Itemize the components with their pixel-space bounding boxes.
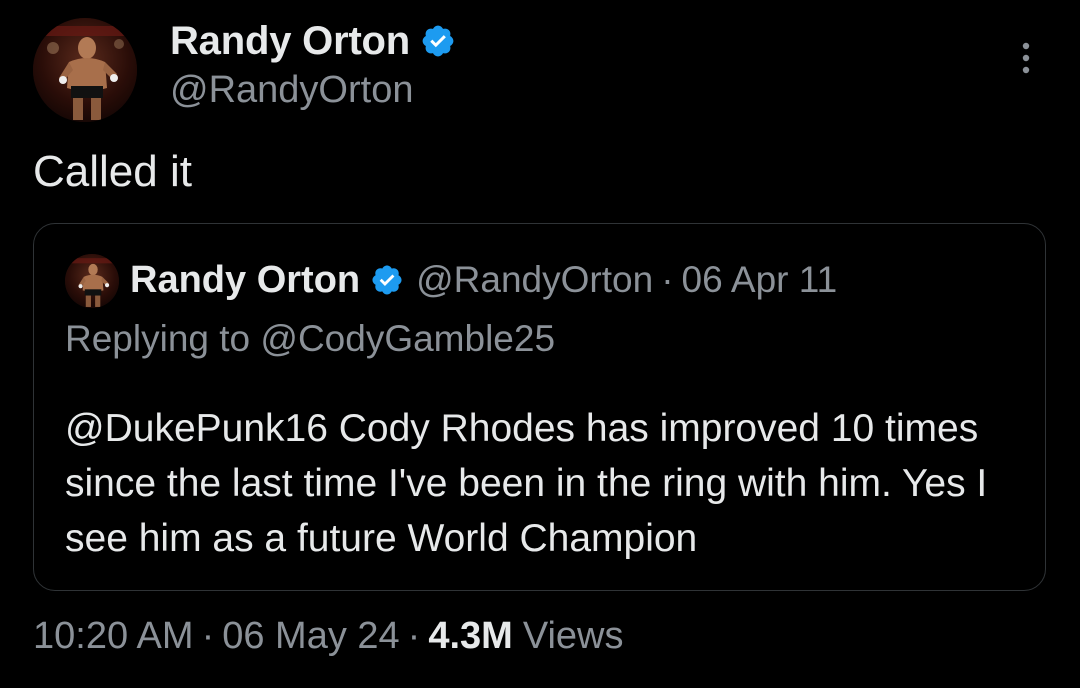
- quoted-text: @DukePunk16 Cody Rhodes has improved 10 …: [65, 407, 988, 560]
- quoted-header: Randy Orton @RandyOrton · 06 Apr 11: [130, 254, 837, 306]
- avatar[interactable]: [33, 18, 137, 122]
- verified-badge-icon[interactable]: [420, 23, 456, 59]
- tweet-time[interactable]: 10:20 AM: [33, 615, 194, 658]
- views-count[interactable]: 4.3M: [428, 615, 512, 658]
- quoted-display-name: Randy Orton: [130, 258, 361, 301]
- replying-prefix: Replying to: [65, 318, 251, 359]
- tweet-detail: Randy Orton @RandyOrton Called it Randy …: [0, 0, 1080, 688]
- more-vertical-icon[interactable]: [1010, 40, 1042, 80]
- author-handle[interactable]: @RandyOrton: [170, 69, 456, 112]
- tweet-meta: 10:20 AM · 06 May 24 · 4.3M Views: [33, 615, 624, 658]
- quoted-date: 06 Apr 11: [681, 259, 838, 300]
- quoted-separator: ·: [661, 259, 674, 300]
- quoted-avatar: [65, 254, 119, 308]
- tweet-author: Randy Orton @RandyOrton: [170, 16, 456, 112]
- quoted-tweet[interactable]: Randy Orton @RandyOrton · 06 Apr 11 Repl…: [33, 223, 1046, 591]
- quoted-handle: @RandyOrton: [416, 259, 654, 300]
- author-name-row: Randy Orton: [170, 16, 456, 66]
- replying-to: Replying to @CodyGamble25: [65, 318, 555, 360]
- replying-mention: @CodyGamble25: [260, 318, 556, 359]
- author-display-name[interactable]: Randy Orton: [170, 19, 410, 64]
- wrestler-avatar-image: [65, 254, 119, 308]
- wrestler-avatar-image: [33, 18, 137, 122]
- verified-badge-icon: [372, 265, 402, 295]
- tweet-date[interactable]: 06 May 24: [222, 615, 399, 658]
- tweet-text: Called it: [33, 147, 192, 196]
- meta-separator: ·: [201, 615, 215, 657]
- meta-separator: ·: [407, 615, 421, 657]
- views-label: Views: [522, 615, 624, 657]
